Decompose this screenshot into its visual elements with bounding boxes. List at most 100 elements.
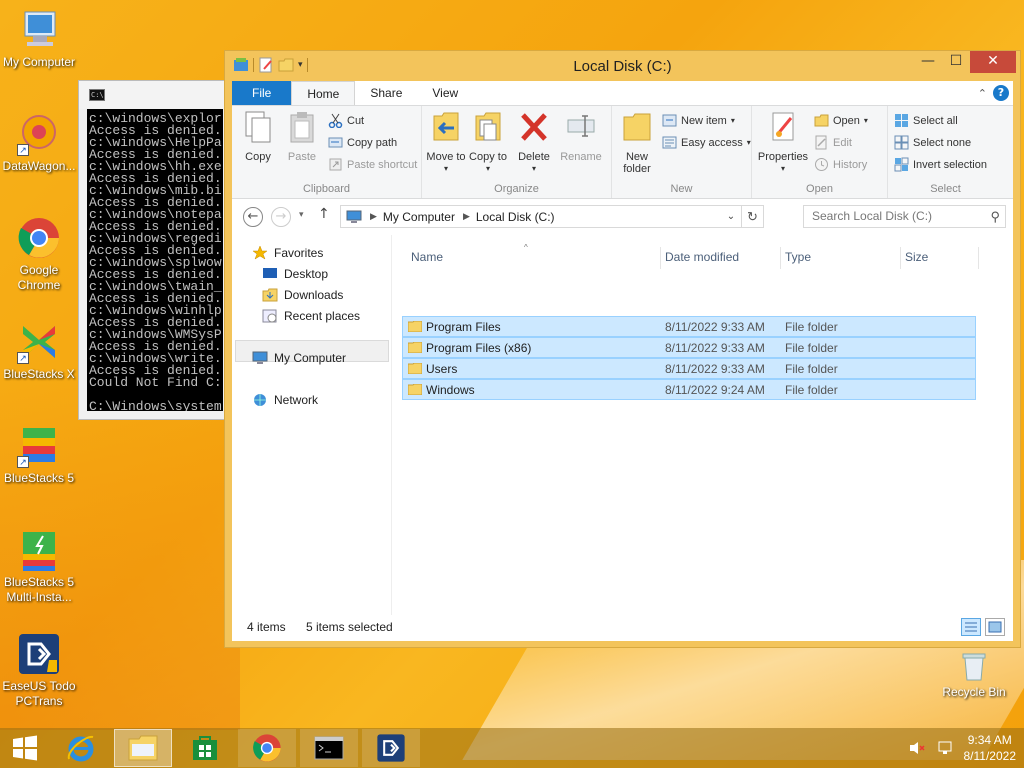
properties-button[interactable]: Properties ▾ xyxy=(756,110,810,175)
bluestacks-x-icon: ↗ xyxy=(17,320,61,364)
file-row[interactable]: Users 8/11/2022 9:33 AM File folder xyxy=(402,358,976,379)
nav-favorites[interactable]: Favorites xyxy=(252,246,323,260)
clock[interactable]: 9:34 AM 8/11/2022 xyxy=(964,732,1017,764)
easy-access-button[interactable]: Easy access ▾ xyxy=(662,135,751,150)
nav-desktop[interactable]: Desktop xyxy=(262,267,328,281)
file-list[interactable]: ^ Name Date modified Type Size Program F… xyxy=(402,235,1013,615)
file-row[interactable]: Program Files 8/11/2022 9:33 AM File fol… xyxy=(402,316,976,337)
new-item-button[interactable]: New item ▾ xyxy=(662,113,735,128)
column-size[interactable]: Size xyxy=(905,250,928,264)
cut-button[interactable]: Cut xyxy=(328,113,364,128)
minimize-button[interactable]: — xyxy=(914,51,942,73)
taskbar-chrome[interactable] xyxy=(238,729,296,767)
status-bar: 4 items 5 items selected xyxy=(232,615,1013,641)
paste-label: Paste xyxy=(287,151,317,163)
cmd-titlebar[interactable]: C:\ xyxy=(79,81,237,109)
taskbar-easeus[interactable] xyxy=(362,729,420,767)
tab-home[interactable]: Home xyxy=(291,81,356,105)
file-type: File folder xyxy=(785,383,838,397)
tab-file[interactable]: File xyxy=(232,81,292,105)
copy-path-button[interactable]: Copy path xyxy=(328,135,397,150)
refresh-icon[interactable]: ↻ xyxy=(741,206,763,227)
history-button[interactable]: History xyxy=(814,157,867,172)
desktop-icon-bluestacks-5[interactable]: ↗ BlueStacks 5 xyxy=(0,424,79,486)
rename-button[interactable]: Rename xyxy=(556,110,606,163)
nav-downloads-label: Downloads xyxy=(284,288,344,302)
command-prompt-window[interactable]: C:\ c:\windows\explor Access is denied. c:… xyxy=(78,80,238,420)
desktop-icon-google-chrome[interactable]: Google Chrome xyxy=(0,216,79,293)
desktop-icon-my-computer[interactable]: My Computer xyxy=(0,8,79,70)
desktop-icon-label: DataWagon... xyxy=(2,159,76,173)
nav-recent-places[interactable]: Recent places xyxy=(262,309,360,323)
taskbar-command-prompt[interactable] xyxy=(300,729,358,767)
navigation-pane[interactable]: Favorites Desktop Downloads Recent place… xyxy=(232,235,392,615)
select-all-button[interactable]: Select all xyxy=(894,113,958,128)
delete-button[interactable]: Delete ▾ xyxy=(514,110,554,175)
cmd-console[interactable]: c:\windows\explor Access is denied. c:\win… xyxy=(87,109,223,411)
desktop-icon-label: Google Chrome xyxy=(17,263,61,292)
desktop-icon-datawagon[interactable]: ↗ DataWagon... xyxy=(0,112,79,174)
column-type[interactable]: Type xyxy=(785,250,811,264)
maximize-button[interactable]: ☐ xyxy=(942,51,970,73)
forward-button[interactable]: → xyxy=(271,207,291,227)
tab-share[interactable]: Share xyxy=(355,81,417,105)
breadcrumb-local-disk[interactable]: Local Disk (C:) xyxy=(476,210,555,224)
search-icon[interactable]: ⚲ xyxy=(990,206,1000,227)
expand-ribbon-icon[interactable]: ⌃ xyxy=(978,87,987,100)
start-button[interactable] xyxy=(0,729,50,767)
nav-network[interactable]: Network xyxy=(252,393,318,407)
address-bar[interactable]: ▶ My Computer ▶ Local Disk (C:) ⌄ ↻ xyxy=(340,205,764,228)
search-box[interactable]: Search Local Disk (C:) ⚲ xyxy=(803,205,1006,228)
taskbar-store[interactable] xyxy=(176,729,234,767)
copy-button[interactable]: Copy xyxy=(236,110,280,163)
explorer-titlebar[interactable]: ▾ Local Disk (C:) — ☐ ✕ xyxy=(225,51,1020,81)
move-to-button[interactable]: Move to ▾ xyxy=(426,110,466,175)
nav-my-computer[interactable]: My Computer xyxy=(252,351,346,365)
details-view-button[interactable] xyxy=(961,618,981,636)
select-group-label: Select xyxy=(930,183,961,195)
breadcrumb-my-computer[interactable]: My Computer xyxy=(383,210,455,224)
network-status-icon[interactable] xyxy=(936,740,954,756)
column-name[interactable]: Name xyxy=(411,250,443,264)
address-history-dropdown-icon[interactable]: ⌄ xyxy=(721,211,741,222)
file-name: Program Files (x86) xyxy=(426,341,532,355)
desktop-icon-label: Recycle Bin xyxy=(942,685,1006,699)
desktop-icon-bluestacks-5-multi[interactable]: BlueStacks 5 Multi-Insta... xyxy=(0,528,79,605)
windows-logo-icon xyxy=(13,735,37,761)
tab-view[interactable]: View xyxy=(417,81,473,105)
chrome-icon xyxy=(17,216,61,260)
recent-locations-dropdown-icon[interactable]: ▾ xyxy=(299,210,304,220)
taskbar-internet-explorer[interactable] xyxy=(52,729,110,767)
copy-to-button[interactable]: Copy to ▾ xyxy=(468,110,508,175)
taskbar-file-explorer[interactable] xyxy=(114,729,172,767)
breadcrumb-separator-icon: ▶ xyxy=(370,211,377,221)
paste-button[interactable]: Paste xyxy=(280,110,324,163)
selected-count: 5 items selected xyxy=(306,620,393,634)
column-headers: ^ Name Date modified Type Size xyxy=(402,243,1013,269)
file-row[interactable]: Program Files (x86) 8/11/2022 9:33 AM Fi… xyxy=(402,337,976,358)
system-tray: 9:34 AM 8/11/2022 xyxy=(908,728,1017,768)
large-icons-view-button[interactable] xyxy=(985,618,1005,636)
move-to-icon xyxy=(433,112,459,141)
new-folder-button[interactable]: New folder xyxy=(616,110,658,175)
edit-button[interactable]: Edit xyxy=(814,135,852,150)
open-button[interactable]: Open ▾ xyxy=(814,113,868,128)
invert-selection-button[interactable]: Invert selection xyxy=(894,157,987,172)
desktop-icon-recycle-bin[interactable]: Recycle Bin xyxy=(934,648,1014,700)
file-explorer-window[interactable]: ▾ Local Disk (C:) — ☐ ✕ File Home Share … xyxy=(224,50,1021,648)
select-none-button[interactable]: Select none xyxy=(894,135,971,150)
close-button[interactable]: ✕ xyxy=(970,51,1016,73)
desktop-icon-easeus[interactable]: EaseUS Todo PCTrans xyxy=(0,632,79,709)
cmd-line: Could Not Find C: xyxy=(89,375,222,390)
help-icon[interactable]: ? xyxy=(993,85,1009,101)
up-button[interactable]: ↑ xyxy=(318,206,330,222)
nav-downloads[interactable]: Downloads xyxy=(262,288,343,302)
volume-muted-icon[interactable] xyxy=(908,740,926,756)
desktop-icon-bluestacks-x[interactable]: ↗ BlueStacks X xyxy=(0,320,79,382)
back-button[interactable]: ← xyxy=(243,207,263,227)
recent-places-icon xyxy=(262,309,277,323)
scissors-icon xyxy=(328,113,343,128)
column-date-modified[interactable]: Date modified xyxy=(665,250,739,264)
file-row[interactable]: Windows 8/11/2022 9:24 AM File folder xyxy=(402,379,976,400)
paste-shortcut-button[interactable]: Paste shortcut xyxy=(328,157,417,172)
